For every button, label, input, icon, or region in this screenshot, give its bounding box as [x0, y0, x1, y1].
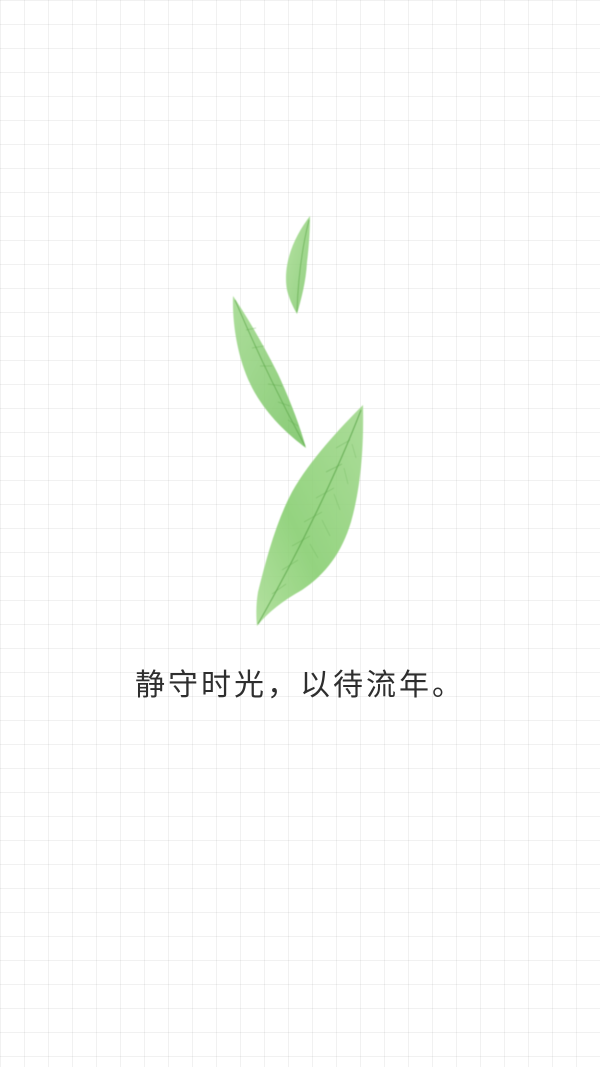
- middle-leaf-icon: [232, 296, 306, 448]
- small-leaf-icon: [285, 216, 310, 314]
- caption-text: 静守时光，以待流年。: [135, 668, 465, 703]
- falling-leaves-illustration: [232, 216, 364, 626]
- large-leaf-icon: [256, 405, 364, 626]
